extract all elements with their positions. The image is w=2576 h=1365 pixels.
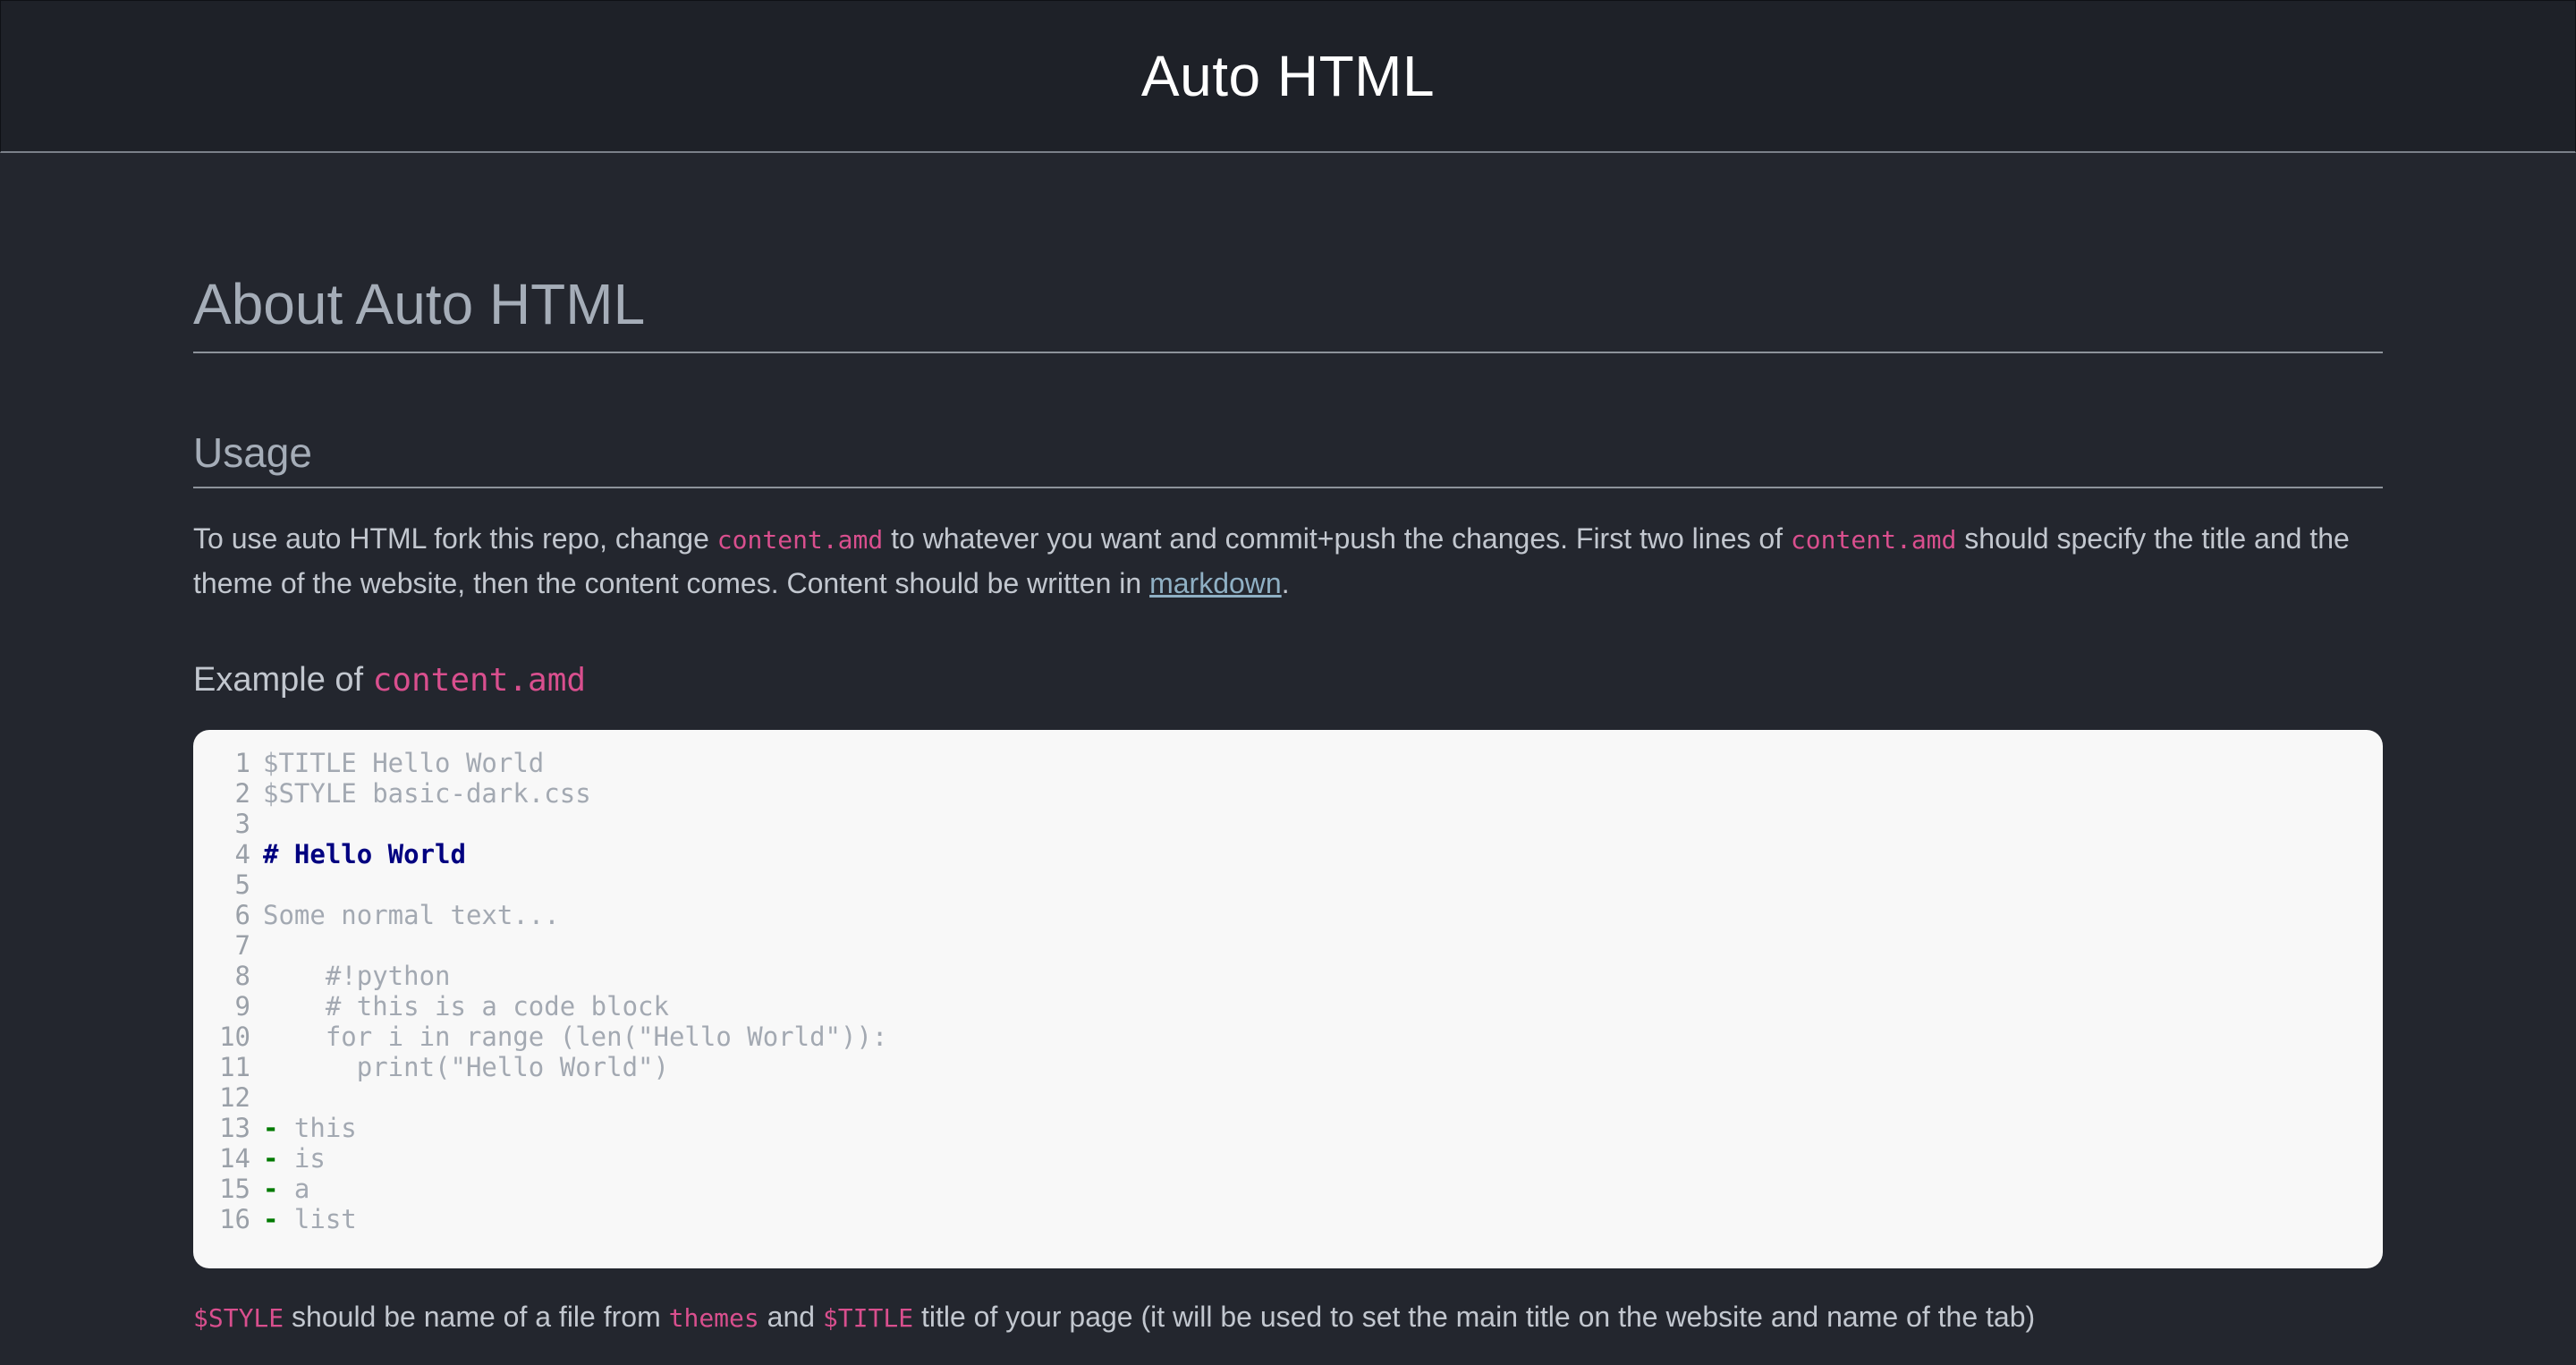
- code-text: $STYLE basic-dark.css: [263, 777, 591, 809]
- code-line: 3: [193, 809, 2383, 839]
- code-line: 12: [193, 1082, 2383, 1113]
- code-line: 2 $STYLE basic-dark.css: [193, 778, 2383, 809]
- markdown-link[interactable]: markdown: [1149, 567, 1282, 599]
- code-line: 11 print("Hello World"): [193, 1052, 2383, 1082]
- line-number: 12: [219, 1081, 250, 1113]
- line-number: 9: [234, 990, 250, 1022]
- line-number: 5: [234, 869, 250, 900]
- line-number: 1: [234, 747, 250, 778]
- code-text: # this is a code block: [263, 990, 669, 1022]
- code-text: # Hello World: [263, 838, 466, 869]
- line-number: 7: [234, 929, 250, 961]
- line-number: 15: [219, 1173, 250, 1204]
- inline-code: $TITLE: [822, 1302, 914, 1333]
- code-text: for i in range (len("Hello World")):: [263, 1021, 888, 1052]
- code-line: 13- this: [193, 1113, 2383, 1143]
- code-line: 8 #!python: [193, 961, 2383, 991]
- code-text: a: [278, 1173, 310, 1204]
- line-number: 8: [234, 960, 250, 991]
- list-bullet: -: [263, 1203, 279, 1234]
- paragraph-text: To use auto HTML fork this repo, change: [193, 521, 717, 555]
- code-text: $TITLE Hello World: [263, 747, 545, 778]
- code-text: is: [278, 1142, 326, 1174]
- code-line: 10 for i in range (len("Hello World")):: [193, 1022, 2383, 1052]
- line-number: 3: [234, 808, 250, 839]
- note-paragraph: $STYLE should be name of a file from the…: [193, 1295, 2383, 1340]
- code-line: 5: [193, 869, 2383, 900]
- line-number: 6: [234, 899, 250, 930]
- code-text: print("Hello World"): [263, 1051, 669, 1082]
- note-text: should be name of a file from: [284, 1300, 669, 1333]
- paragraph-text: to whatever you want and commit+push the…: [883, 521, 1791, 555]
- code-line: 15- a: [193, 1174, 2383, 1204]
- inline-code: $STYLE: [193, 1302, 284, 1333]
- note-text: and: [758, 1300, 823, 1333]
- code-block: 1 $TITLE Hello World 2 $STYLE basic-dark.cs…: [193, 729, 2383, 1268]
- code-text: #!python: [263, 960, 451, 991]
- line-number: 14: [219, 1142, 250, 1174]
- usage-paragraph: To use auto HTML fork this repo, change …: [193, 517, 2383, 605]
- code-text: Some normal text...: [263, 899, 560, 930]
- line-number: 16: [219, 1203, 250, 1234]
- code-line: 7: [193, 930, 2383, 961]
- paragraph-text: .: [1281, 566, 1290, 599]
- line-number: 10: [219, 1021, 250, 1052]
- site-title: Auto HTML: [1140, 44, 1436, 108]
- site-header: Auto HTML: [0, 0, 2576, 153]
- code-text: list: [278, 1203, 357, 1234]
- inline-code: themes: [668, 1302, 759, 1333]
- list-bullet: -: [263, 1112, 279, 1143]
- code-text: this: [278, 1112, 357, 1143]
- code-line: 4 # Hello World: [193, 839, 2383, 869]
- inline-code: content.amd: [372, 661, 587, 699]
- list-bullet: -: [263, 1142, 279, 1174]
- page-heading: About Auto HTML: [193, 273, 2383, 354]
- line-number: 2: [234, 777, 250, 809]
- code-line: 6 Some normal text...: [193, 900, 2383, 930]
- code-line: 14- is: [193, 1143, 2383, 1174]
- line-number: 13: [219, 1112, 250, 1143]
- line-number: 4: [234, 838, 250, 869]
- code-line: 9 # this is a code block: [193, 991, 2383, 1022]
- example-heading-text: Example of: [193, 660, 373, 699]
- usage-heading: Usage: [193, 430, 2383, 488]
- inline-code: content.amd: [716, 524, 884, 555]
- list-bullet: -: [263, 1173, 279, 1204]
- line-number: 11: [219, 1051, 250, 1082]
- code-line: 1 $TITLE Hello World: [193, 748, 2383, 778]
- example-heading: Example of content.amd: [193, 660, 2383, 699]
- note-text: title of your page (it will be used to s…: [913, 1300, 2036, 1333]
- code-line: 16- list: [193, 1204, 2383, 1234]
- main-content: About Auto HTML Usage To use auto HTML f…: [193, 153, 2383, 1340]
- inline-code: content.amd: [1790, 524, 1957, 555]
